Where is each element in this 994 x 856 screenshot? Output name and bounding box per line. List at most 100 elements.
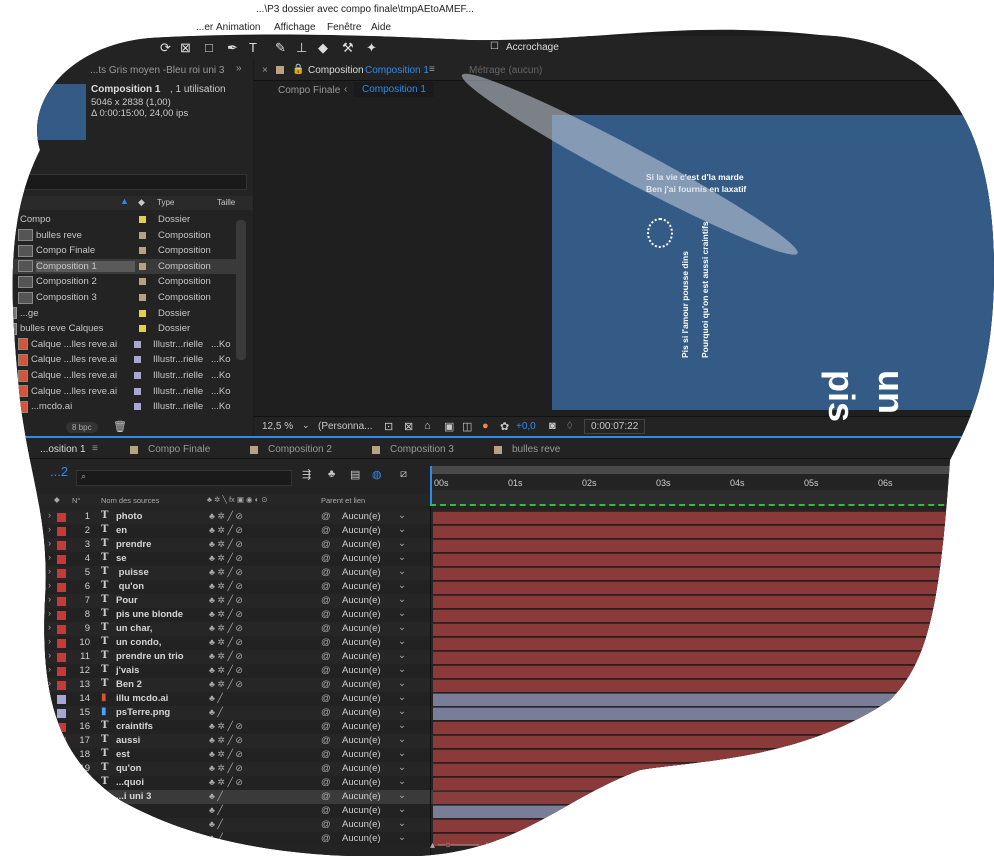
timeline-layer-row[interactable]: › 6 T qu'on ♣ ✲ ╱ ⊘ @ Aucun(e) ⌄ (0, 580, 994, 594)
project-item[interactable]: ...mcdo.ai Illustr...rielle ...Ko (0, 399, 236, 414)
comp-tab-label[interactable]: Composition (308, 65, 364, 76)
layer-switches[interactable]: ♣ ✲ ╱ ⊘ (209, 763, 243, 774)
timeline-layer-row[interactable]: › 15 ▮ psTerre.png ♣ ╱ @ Aucun(e) ⌄ (0, 706, 994, 720)
parent-dropdown-icon[interactable]: ⌄ (398, 804, 406, 815)
layer-switches[interactable]: ♣ ✲ ╱ ⊘ (209, 539, 243, 550)
parent-pickwhip-icon[interactable]: @ (321, 581, 331, 592)
timeline-layer-row[interactable]: › 18 Test ♣ ✲ ╱ ⊘ @ Aucun(e) ⌄ (0, 748, 994, 762)
project-item[interactable]: bulles reve Composition (0, 228, 236, 243)
project-scrollbar[interactable] (236, 220, 246, 360)
layer-source-name[interactable]: Ben 2 (116, 679, 142, 690)
layer-duration-bar[interactable] (433, 679, 994, 692)
trash-icon[interactable]: 🗑 (113, 420, 127, 433)
parent-pickwhip-icon[interactable]: @ (321, 595, 331, 606)
stamp-tool-icon[interactable]: ⊥ (296, 40, 307, 56)
layer-switches[interactable]: ♣ ✲ ╱ ⊘ (209, 721, 243, 732)
label-color-chip[interactable] (139, 294, 146, 301)
comp-tab-active[interactable]: Composition 1 (365, 65, 429, 76)
timeline-tab-menu-icon[interactable]: ≡ (92, 443, 98, 454)
timeline-layer-row[interactable]: › 22 ♣ ╱ @ Aucun(e) ⌄ (0, 804, 994, 818)
project-item[interactable]: ...ge Dossier (0, 306, 236, 321)
frame-blending-icon[interactable]: ▤ (350, 468, 360, 481)
parent-dropdown-icon[interactable]: ⌄ (398, 594, 406, 605)
label-color-chip[interactable] (139, 216, 146, 223)
layer-switches[interactable]: ♣ ✲ ╱ ⊘ (209, 623, 243, 634)
parent-dropdown-icon[interactable]: ⌄ (398, 538, 406, 549)
label-color-chip[interactable] (134, 388, 141, 395)
zoom-slider[interactable]: ▴ ─○──── ▲ (430, 840, 510, 856)
parent-pickwhip-icon[interactable]: @ (321, 763, 331, 774)
parent-dropdown-icon[interactable]: ⌄ (398, 748, 406, 759)
expand-caret-icon[interactable]: › (48, 664, 51, 675)
label-color-chip[interactable] (139, 325, 146, 332)
layer-duration-bar[interactable] (433, 595, 994, 608)
parent-select[interactable]: Aucun(e) (342, 553, 381, 564)
timeline-layer-row[interactable]: › 5 T puisse ♣ ✲ ╱ ⊘ @ Aucun(e) ⌄ (0, 566, 994, 580)
layer-duration-bar[interactable] (433, 609, 994, 622)
parent-dropdown-icon[interactable]: ⌄ (398, 776, 406, 787)
parent-select[interactable]: Aucun(e) (342, 819, 381, 830)
layer-switches[interactable]: ♣ ✲ ╱ ⊘ (209, 735, 243, 746)
layer-label-color[interactable] (57, 541, 66, 550)
layer-duration-bar[interactable] (433, 777, 994, 790)
layer-duration-bar[interactable] (433, 693, 994, 706)
zoom-dropdown-icon[interactable]: ⌄ (302, 420, 310, 431)
timeline-layer-row[interactable]: › 1 Tphoto ♣ ✲ ╱ ⊘ @ Aucun(e) ⌄ (0, 510, 994, 524)
layer-switches[interactable]: ♣ ✲ ╱ ⊘ (209, 637, 243, 648)
menu-item-affichage[interactable]: Affichage (274, 22, 316, 33)
parent-select[interactable]: Aucun(e) (342, 609, 381, 620)
parent-pickwhip-icon[interactable]: @ (321, 721, 331, 732)
col-type[interactable]: Type (157, 198, 174, 207)
expand-caret-icon[interactable]: › (48, 706, 51, 717)
parent-pickwhip-icon[interactable]: @ (321, 777, 331, 788)
timeline-tab-compo-finale[interactable]: Compo Finale (148, 444, 210, 455)
switches-col-icons[interactable]: ♣ ✲ ╲ fx ▣ ◉ ◐ ⊙ (207, 495, 268, 504)
layer-switches[interactable]: ♣ ✲ ╱ ⊘ (209, 777, 243, 788)
layer-source-name[interactable]: ...quoi (116, 777, 144, 788)
expand-caret-icon[interactable]: › (48, 762, 51, 773)
parent-pickwhip-icon[interactable]: @ (321, 805, 331, 816)
layer-source-name[interactable]: psTerre.png (116, 707, 170, 718)
layer-label-color[interactable] (57, 695, 66, 704)
camera-tool-icon[interactable]: ⊠ (180, 40, 191, 56)
expand-caret-icon[interactable]: › (48, 650, 51, 661)
label-col-icon[interactable]: ◆ (54, 495, 60, 504)
menu-item-animation[interactable]: Animation (216, 22, 260, 33)
layer-switches[interactable]: ♣ ✲ ╱ ⊘ (209, 553, 243, 564)
layer-source-name[interactable]: ...i uni 3 (116, 791, 151, 802)
layer-label-color[interactable] (57, 779, 66, 788)
parent-dropdown-icon[interactable]: ⌄ (398, 790, 406, 801)
timeline-tab-composition-1[interactable]: ...osition 1 (40, 444, 86, 455)
eraser-tool-icon[interactable]: ◆ (318, 40, 328, 56)
layer-source-name[interactable]: Pour (116, 595, 138, 606)
expand-caret-icon[interactable]: › (48, 748, 51, 759)
layer-source-name[interactable]: illu mcdo.ai (116, 693, 168, 704)
layer-source-name[interactable]: aussi (116, 735, 140, 746)
project-item[interactable]: bulles reve Calques Dossier (0, 321, 236, 336)
composition-flowchart-icon[interactable]: ⇶ (302, 468, 311, 481)
color-channels-icon[interactable]: ● (482, 420, 489, 432)
timeline-layer-row[interactable]: › 19 Tqu'on ♣ ✲ ╱ ⊘ @ Aucun(e) ⌄ (0, 762, 994, 776)
parent-dropdown-icon[interactable]: ⌄ (398, 692, 406, 703)
parent-dropdown-icon[interactable]: ⌄ (398, 720, 406, 731)
parent-select[interactable]: Aucun(e) (342, 595, 381, 606)
layer-switches[interactable]: ♣ ✲ ╱ ⊘ (209, 525, 243, 536)
timeline-layer-row[interactable]: › 20 T ...quoi ♣ ✲ ╱ ⊘ @ Aucun(e) ⌄ (0, 776, 994, 790)
project-item[interactable]: Calque ...lles reve.ai Illustr...rielle..… (0, 384, 236, 399)
timeline-layer-row[interactable]: › 13 T Ben 2 ♣ ✲ ╱ ⊘ @ Aucun(e) ⌄ (0, 678, 994, 692)
expand-caret-icon[interactable]: › (48, 692, 51, 703)
parent-pickwhip-icon[interactable]: @ (321, 609, 331, 620)
parent-select[interactable]: Aucun(e) (342, 651, 381, 662)
parent-dropdown-icon[interactable]: ⌄ (398, 636, 406, 647)
project-item[interactable]: Calque ...lles reve.ai Illustr...rielle..… (0, 368, 236, 383)
layer-label-color[interactable] (57, 513, 66, 522)
parent-dropdown-icon[interactable]: ⌄ (398, 650, 406, 661)
mask-icon[interactable]: ⌂ (424, 420, 431, 432)
parent-pickwhip-icon[interactable]: @ (321, 833, 331, 844)
expand-caret-icon[interactable]: › (48, 832, 51, 843)
layer-source-name[interactable]: un condo, (116, 637, 161, 648)
pen-tool-icon[interactable]: ✒ (227, 40, 238, 56)
expand-caret-icon[interactable]: › (48, 594, 51, 605)
layer-label-color[interactable] (57, 611, 66, 620)
expand-caret-icon[interactable]: › (48, 566, 51, 577)
